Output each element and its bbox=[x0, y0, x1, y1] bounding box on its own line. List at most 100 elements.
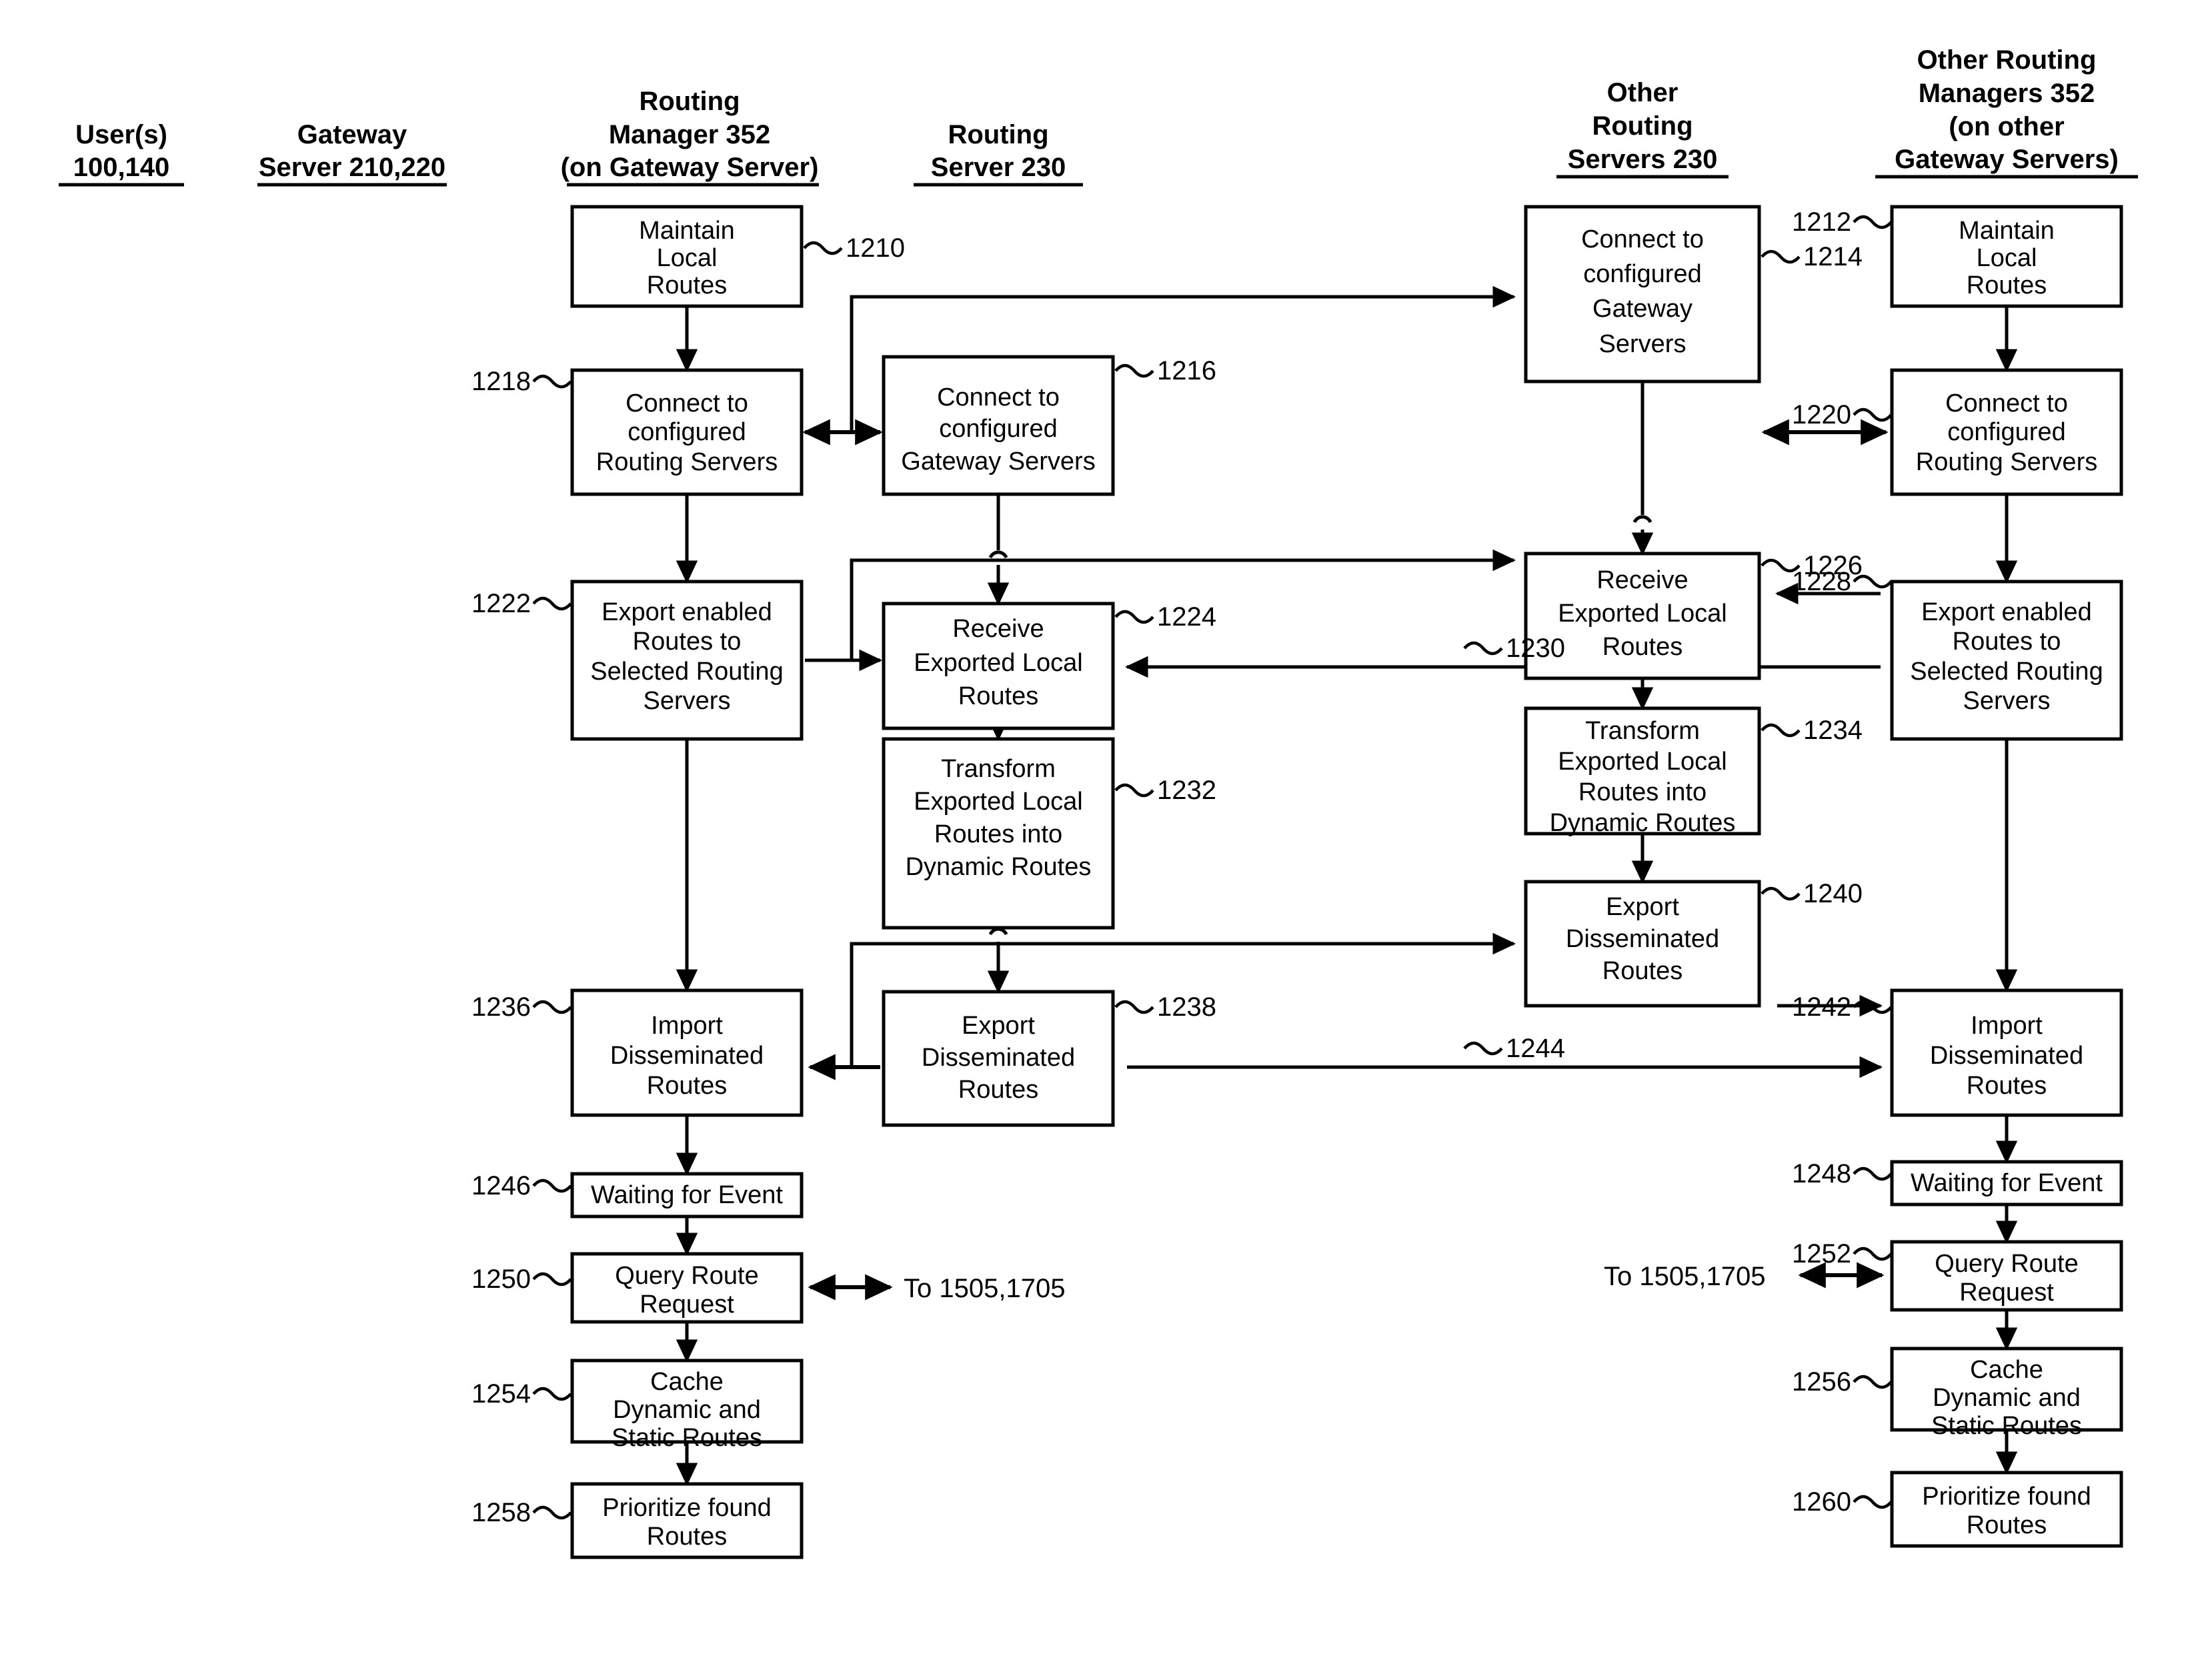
ref-label-1246: 1246 bbox=[471, 1171, 531, 1200]
ref-label-1242: 1242 bbox=[1792, 992, 1851, 1022]
box-line: Waiting for Event bbox=[1911, 1169, 2103, 1197]
column-header-line: Other bbox=[1607, 78, 1679, 107]
ref-squiggle-1238 bbox=[1114, 1000, 1154, 1014]
box-1254[interactable]: Cache Dynamic and Static Routes bbox=[570, 1359, 804, 1452]
box-line: Export bbox=[962, 1012, 1035, 1040]
ref-label-1224: 1224 bbox=[1157, 602, 1216, 632]
ref-label-1240: 1240 bbox=[1803, 879, 1863, 908]
box-1234[interactable]: Transform Exported Local Routes into Dyn… bbox=[1524, 706, 1761, 837]
box-line: Disseminated bbox=[922, 1044, 1075, 1072]
box-line: Receive bbox=[952, 615, 1044, 643]
ref-label-1220: 1220 bbox=[1792, 400, 1851, 430]
box-1246[interactable]: Waiting for Event bbox=[570, 1172, 804, 1218]
column-header-other-routing-servers: Other Routing Servers 230 bbox=[1556, 78, 1729, 179]
column-header-line: Server 230 bbox=[931, 153, 1066, 182]
box-line: Servers bbox=[1599, 330, 1687, 358]
box-line: Static Routes bbox=[1931, 1412, 2082, 1440]
ref-squiggle-1250 bbox=[532, 1272, 572, 1287]
ref-squiggle-1236 bbox=[532, 1000, 572, 1014]
ref-squiggle-1248 bbox=[1853, 1166, 1893, 1181]
box-1218[interactable]: Connect to configured Routing Servers bbox=[570, 368, 804, 496]
process-boxes: Maintain Local Routes 1210 Connect to co… bbox=[471, 205, 2123, 1559]
box-line: Maintain bbox=[1959, 217, 2055, 245]
box-1258[interactable]: Prioritize found Routes bbox=[570, 1482, 804, 1559]
box-line: Routing Servers bbox=[1916, 448, 2097, 476]
box-line: Routes into bbox=[934, 820, 1062, 848]
ref-label-1248: 1248 bbox=[1792, 1159, 1851, 1188]
box-line: Receive bbox=[1596, 566, 1688, 594]
column-header-gateway: Gateway Server 210,220 bbox=[257, 120, 447, 187]
ref-label-1236: 1236 bbox=[471, 992, 531, 1022]
column-header-other-routing-managers: Other Routing Managers 352 (on other Gat… bbox=[1875, 45, 2138, 179]
box-1220[interactable]: Connect to configured Routing Servers bbox=[1890, 368, 2123, 496]
box-line: Prioritize found bbox=[1922, 1483, 2091, 1511]
box-line: Disseminated bbox=[1566, 925, 1719, 953]
ref-squiggle-1254 bbox=[532, 1387, 572, 1401]
box-1212[interactable]: Maintain Local Routes bbox=[1890, 205, 2123, 308]
ref-label-1256: 1256 bbox=[1792, 1367, 1851, 1397]
column-header-line: Routing bbox=[639, 87, 740, 116]
ref-squiggle-1244 bbox=[1463, 1041, 1503, 1056]
box-line: Gateway bbox=[1592, 295, 1693, 323]
ref-squiggle-1224 bbox=[1114, 610, 1154, 624]
column-header-users: User(s) 100,140 bbox=[59, 120, 184, 187]
column-header-line: Server 210,220 bbox=[259, 153, 445, 182]
box-line: Routes bbox=[1602, 957, 1683, 985]
box-1236[interactable]: Import Disseminated Routes bbox=[570, 988, 804, 1117]
box-line: Connect to bbox=[626, 389, 748, 418]
box-1210[interactable]: Maintain Local Routes bbox=[570, 205, 804, 308]
box-line: Static Routes bbox=[612, 1424, 762, 1452]
box-line: Routes bbox=[958, 1076, 1038, 1104]
box-line: Exported Local bbox=[1558, 600, 1727, 628]
box-1250[interactable]: Query Route Request bbox=[570, 1252, 804, 1324]
box-line: Dynamic Routes bbox=[906, 853, 1092, 881]
box-line: Selected Routing bbox=[590, 658, 783, 686]
box-line: Routes bbox=[647, 271, 727, 299]
box-1240[interactable]: Export Disseminated Routes bbox=[1524, 880, 1761, 1008]
column-header-line: Servers 230 bbox=[1568, 145, 1718, 174]
ref-label-1234: 1234 bbox=[1803, 716, 1863, 745]
box-line: configured bbox=[1583, 260, 1701, 288]
box-line: Cache bbox=[650, 1368, 724, 1396]
box-line: Routes bbox=[1602, 633, 1683, 661]
ref-label-1210: 1210 bbox=[846, 233, 905, 263]
column-header-line: Gateway bbox=[297, 120, 407, 149]
box-1248[interactable]: Waiting for Event bbox=[1890, 1160, 2123, 1206]
box-line: Routes bbox=[958, 682, 1038, 710]
box-line: Local bbox=[1977, 244, 2037, 272]
box-1252[interactable]: Query Route Request bbox=[1890, 1240, 2123, 1312]
box-1238[interactable]: Export Disseminated Routes bbox=[882, 990, 1115, 1127]
ref-squiggle-1246 bbox=[532, 1178, 572, 1193]
box-1216[interactable]: Connect to configured Gateway Servers bbox=[882, 355, 1115, 496]
box-line: configured bbox=[1947, 418, 2065, 446]
box-line: Request bbox=[640, 1291, 734, 1319]
box-line: Export enabled bbox=[602, 598, 772, 626]
box-line: configured bbox=[628, 418, 746, 446]
ref-squiggle-1210 bbox=[803, 241, 843, 255]
box-line: Transform bbox=[1585, 717, 1700, 745]
box-line: Exported Local bbox=[914, 788, 1083, 816]
column-header-line: Routing bbox=[948, 120, 1048, 149]
ref-label-1230: 1230 bbox=[1506, 634, 1565, 663]
box-1260[interactable]: Prioritize found Routes bbox=[1890, 1471, 2123, 1548]
box-1242[interactable]: Import Disseminated Routes bbox=[1890, 988, 2123, 1117]
box-line: Routing Servers bbox=[596, 448, 778, 476]
box-1228[interactable]: Export enabled Routes to Selected Routin… bbox=[1890, 580, 2123, 741]
box-1222[interactable]: Export enabled Routes to Selected Routin… bbox=[570, 580, 804, 741]
box-line: Servers bbox=[1963, 687, 2051, 715]
ref-label-1222: 1222 bbox=[471, 589, 531, 618]
box-1232[interactable]: Transform Exported Local Routes into Dyn… bbox=[882, 737, 1115, 930]
ref-label-1254: 1254 bbox=[471, 1379, 531, 1409]
box-line: Local bbox=[657, 244, 718, 272]
ref-squiggle-1212 bbox=[1853, 215, 1893, 229]
box-1256[interactable]: Cache Dynamic and Static Routes bbox=[1890, 1347, 2123, 1440]
ref-label-1214: 1214 bbox=[1803, 242, 1863, 271]
ref-squiggle-1256 bbox=[1853, 1375, 1893, 1389]
box-line: Exported Local bbox=[1558, 748, 1727, 776]
ref-squiggle-1252 bbox=[1853, 1247, 1893, 1261]
ref-squiggle-1218 bbox=[532, 374, 572, 389]
ref-label-1228: 1228 bbox=[1792, 567, 1851, 596]
ref-label-1238: 1238 bbox=[1157, 992, 1216, 1022]
box-1214[interactable]: Connect to configured Gateway Servers bbox=[1524, 205, 1761, 383]
box-1224[interactable]: Receive Exported Local Routes bbox=[882, 602, 1115, 730]
